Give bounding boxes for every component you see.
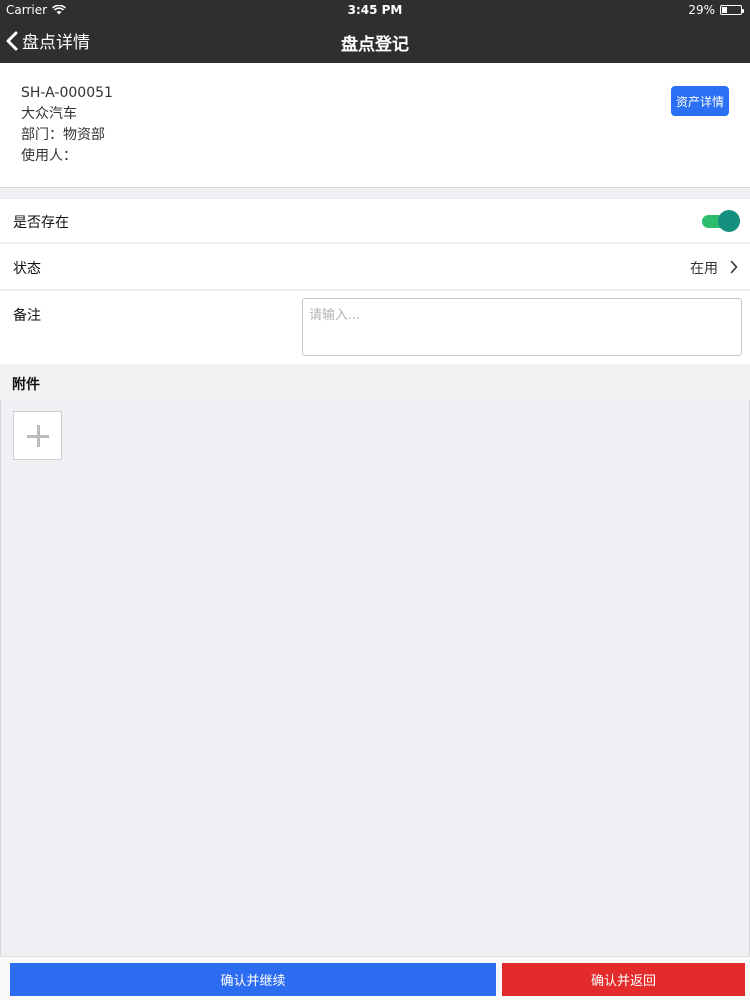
page-title: 盘点登记 [341, 35, 409, 55]
battery-indicator: 29% [688, 3, 744, 17]
plus-icon [26, 424, 49, 447]
bottom-action-bar: 确认并继续 确认并返回 [0, 956, 750, 1000]
status-row[interactable]: 状态 在用 [0, 243, 750, 289]
status-bar: Carrier 3:45 PM 29% [0, 0, 750, 20]
add-attachment-button[interactable] [13, 411, 62, 460]
exists-label: 是否存在 [13, 215, 69, 231]
asset-info: SH-A-000051 大众汽车 部门：物资部 使用人： [21, 83, 113, 167]
inventory-registration-screen: Carrier 3:45 PM 29% 盘点详情 盘点登记 SH-A-00005… [0, 0, 750, 1000]
battery-icon [720, 5, 744, 15]
attachments-header: 附件 [0, 364, 750, 400]
clock: 3:45 PM [347, 3, 403, 17]
confirm-return-button[interactable]: 确认并返回 [502, 963, 745, 996]
asset-name: 大众汽车 [21, 106, 77, 122]
notes-label: 备注 [13, 308, 41, 324]
top-bar: Carrier 3:45 PM 29% 盘点详情 盘点登记 [0, 0, 750, 63]
asset-detail-button[interactable]: 资产详情 [671, 86, 729, 116]
navigation-bar: 盘点详情 盘点登记 [0, 20, 750, 63]
battery-fill [722, 7, 728, 13]
asset-code: SH-A-000051 [21, 85, 113, 101]
status-label: 状态 [13, 261, 41, 277]
asset-user: 使用人： [21, 148, 77, 164]
toggle-knob [718, 210, 740, 232]
battery-percent: 29% [688, 3, 715, 17]
chevron-right-icon [730, 260, 738, 274]
asset-summary-card: SH-A-000051 大众汽车 部门：物资部 使用人： 资产详情 [0, 63, 750, 188]
notes-row: 备注 [0, 290, 750, 364]
exists-toggle[interactable] [702, 210, 740, 232]
attachments-label: 附件 [12, 377, 40, 393]
asset-department: 部门：物资部 [21, 127, 105, 143]
notes-input[interactable] [302, 298, 742, 356]
status-value: 在用 [690, 261, 718, 277]
attachments-area [0, 400, 750, 956]
exists-row: 是否存在 [0, 198, 750, 242]
confirm-continue-button[interactable]: 确认并继续 [10, 963, 496, 996]
